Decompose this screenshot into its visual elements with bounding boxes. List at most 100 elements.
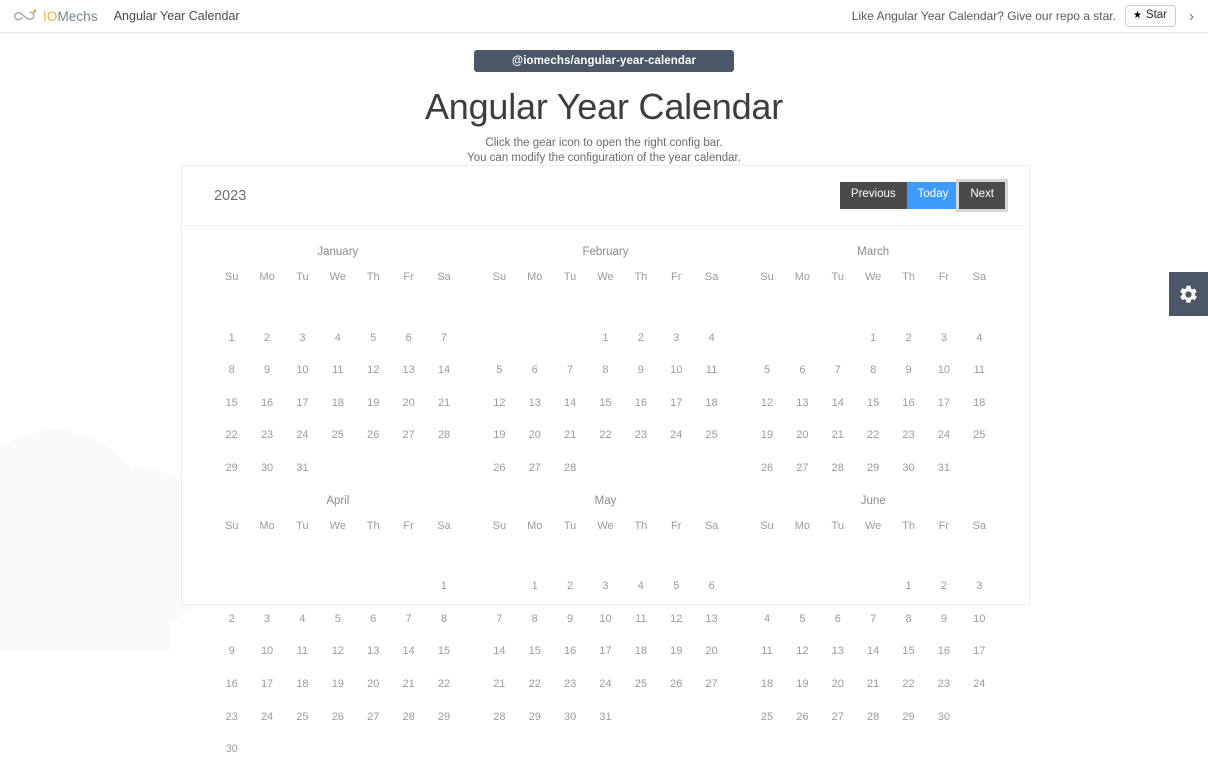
day-cell[interactable]: 12 (785, 635, 820, 668)
day-cell[interactable]: 19 (659, 635, 694, 668)
day-cell[interactable]: 22 (855, 419, 890, 452)
day-cell[interactable]: 26 (749, 452, 784, 485)
day-cell[interactable]: 4 (285, 603, 320, 636)
day-cell[interactable]: 29 (855, 452, 890, 485)
day-cell[interactable]: 20 (391, 387, 426, 420)
day-cell[interactable]: 2 (926, 570, 961, 603)
day-cell[interactable]: 9 (552, 603, 587, 636)
day-cell[interactable]: 28 (391, 701, 426, 734)
day-cell[interactable]: 13 (820, 635, 855, 668)
day-cell[interactable]: 23 (214, 701, 249, 734)
brand-logo-link[interactable]: IOMechs (14, 8, 98, 24)
day-cell[interactable]: 20 (517, 419, 552, 452)
day-cell[interactable]: 15 (588, 387, 623, 420)
day-cell[interactable]: 28 (552, 452, 587, 485)
day-cell[interactable]: 8 (426, 603, 461, 636)
day-cell[interactable]: 5 (320, 603, 355, 636)
day-cell[interactable]: 28 (482, 701, 517, 734)
day-cell[interactable]: 4 (962, 322, 997, 355)
day-cell[interactable]: 14 (855, 635, 890, 668)
day-cell[interactable]: 17 (659, 387, 694, 420)
day-cell[interactable]: 3 (588, 570, 623, 603)
day-cell[interactable]: 20 (356, 668, 391, 701)
day-cell[interactable]: 1 (891, 570, 926, 603)
day-cell[interactable]: 31 (926, 452, 961, 485)
day-cell[interactable]: 30 (926, 701, 961, 734)
day-cell[interactable]: 23 (249, 419, 284, 452)
day-cell[interactable]: 29 (214, 452, 249, 485)
day-cell[interactable]: 14 (482, 635, 517, 668)
day-cell[interactable]: 22 (891, 668, 926, 701)
day-cell[interactable]: 9 (249, 354, 284, 387)
day-cell[interactable]: 24 (962, 668, 997, 701)
day-cell[interactable]: 27 (694, 668, 729, 701)
day-cell[interactable]: 25 (320, 419, 355, 452)
day-cell[interactable]: 16 (623, 387, 658, 420)
day-cell[interactable]: 30 (214, 733, 249, 766)
day-cell[interactable]: 29 (517, 701, 552, 734)
day-cell[interactable]: 12 (482, 387, 517, 420)
day-cell[interactable]: 11 (694, 354, 729, 387)
day-cell[interactable]: 27 (785, 452, 820, 485)
day-cell[interactable]: 2 (552, 570, 587, 603)
day-cell[interactable]: 27 (356, 701, 391, 734)
day-cell[interactable]: 19 (785, 668, 820, 701)
day-cell[interactable]: 26 (482, 452, 517, 485)
day-cell[interactable]: 6 (391, 322, 426, 355)
day-cell[interactable]: 18 (749, 668, 784, 701)
day-cell[interactable]: 14 (391, 635, 426, 668)
day-cell[interactable]: 7 (820, 354, 855, 387)
today-button[interactable]: Today (906, 182, 960, 209)
day-cell[interactable]: 11 (962, 354, 997, 387)
day-cell[interactable]: 17 (249, 668, 284, 701)
day-cell[interactable]: 27 (517, 452, 552, 485)
day-cell[interactable]: 3 (962, 570, 997, 603)
day-cell[interactable]: 14 (820, 387, 855, 420)
day-cell[interactable]: 18 (285, 668, 320, 701)
day-cell[interactable]: 3 (926, 322, 961, 355)
day-cell[interactable]: 16 (214, 668, 249, 701)
day-cell[interactable]: 9 (214, 635, 249, 668)
day-cell[interactable]: 11 (320, 354, 355, 387)
github-star-button[interactable]: ★ Star (1124, 5, 1176, 27)
day-cell[interactable]: 17 (926, 387, 961, 420)
day-cell[interactable]: 5 (356, 322, 391, 355)
day-cell[interactable]: 20 (785, 419, 820, 452)
day-cell[interactable]: 18 (623, 635, 658, 668)
day-cell[interactable]: 12 (320, 635, 355, 668)
day-cell[interactable]: 19 (356, 387, 391, 420)
day-cell[interactable]: 16 (249, 387, 284, 420)
day-cell[interactable]: 29 (426, 701, 461, 734)
day-cell[interactable]: 16 (891, 387, 926, 420)
day-cell[interactable]: 24 (588, 668, 623, 701)
day-cell[interactable]: 11 (749, 635, 784, 668)
day-cell[interactable]: 21 (482, 668, 517, 701)
day-cell[interactable]: 7 (391, 603, 426, 636)
day-cell[interactable]: 1 (517, 570, 552, 603)
day-cell[interactable]: 1 (214, 322, 249, 355)
day-cell[interactable]: 7 (426, 322, 461, 355)
day-cell[interactable]: 8 (214, 354, 249, 387)
config-bar-toggle[interactable] (1169, 272, 1208, 316)
day-cell[interactable]: 11 (285, 635, 320, 668)
day-cell[interactable]: 9 (891, 354, 926, 387)
day-cell[interactable]: 23 (623, 419, 658, 452)
day-cell[interactable]: 6 (356, 603, 391, 636)
day-cell[interactable]: 6 (785, 354, 820, 387)
day-cell[interactable]: 3 (659, 322, 694, 355)
day-cell[interactable]: 6 (517, 354, 552, 387)
day-cell[interactable]: 22 (214, 419, 249, 452)
day-cell[interactable]: 21 (426, 387, 461, 420)
day-cell[interactable]: 28 (855, 701, 890, 734)
day-cell[interactable]: 16 (926, 635, 961, 668)
day-cell[interactable]: 12 (356, 354, 391, 387)
day-cell[interactable]: 13 (694, 603, 729, 636)
day-cell[interactable]: 28 (426, 419, 461, 452)
day-cell[interactable]: 21 (820, 419, 855, 452)
day-cell[interactable]: 10 (285, 354, 320, 387)
day-cell[interactable]: 20 (694, 635, 729, 668)
day-cell[interactable]: 23 (891, 419, 926, 452)
day-cell[interactable]: 17 (962, 635, 997, 668)
day-cell[interactable]: 24 (285, 419, 320, 452)
day-cell[interactable]: 25 (749, 701, 784, 734)
